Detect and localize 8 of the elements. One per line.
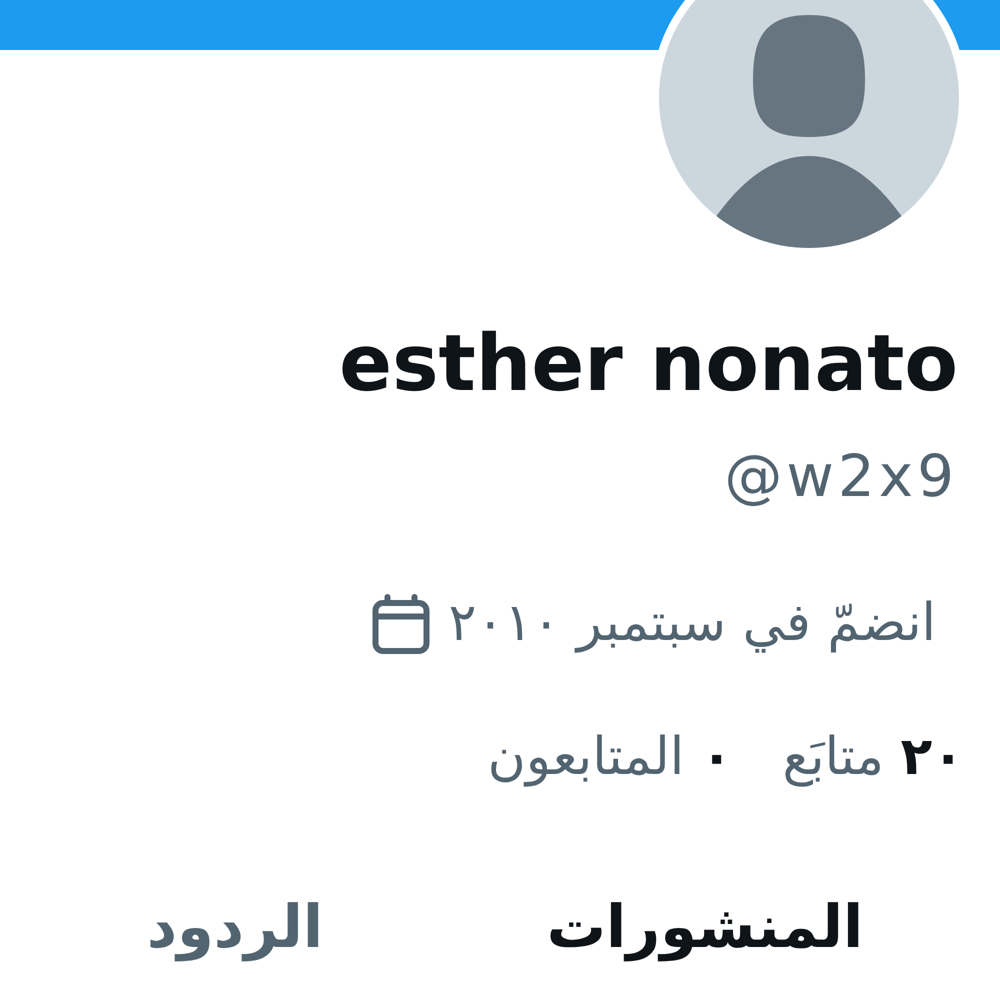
profile-handle: @w2x9	[724, 442, 958, 512]
follow-stat-link[interactable]: ٢٠ متابَع	[782, 724, 964, 792]
profile-name: esther nonato	[339, 322, 958, 408]
follow-stat-link[interactable]: ٠ المتابعون	[488, 724, 732, 792]
profile-tab[interactable]: المنشورات	[536, 892, 874, 962]
calendar-icon	[372, 594, 430, 654]
profile-tab[interactable]: الردود	[136, 892, 334, 962]
joined-date: انضمّ في سبتمبر ٢٠١٠	[448, 592, 936, 656]
